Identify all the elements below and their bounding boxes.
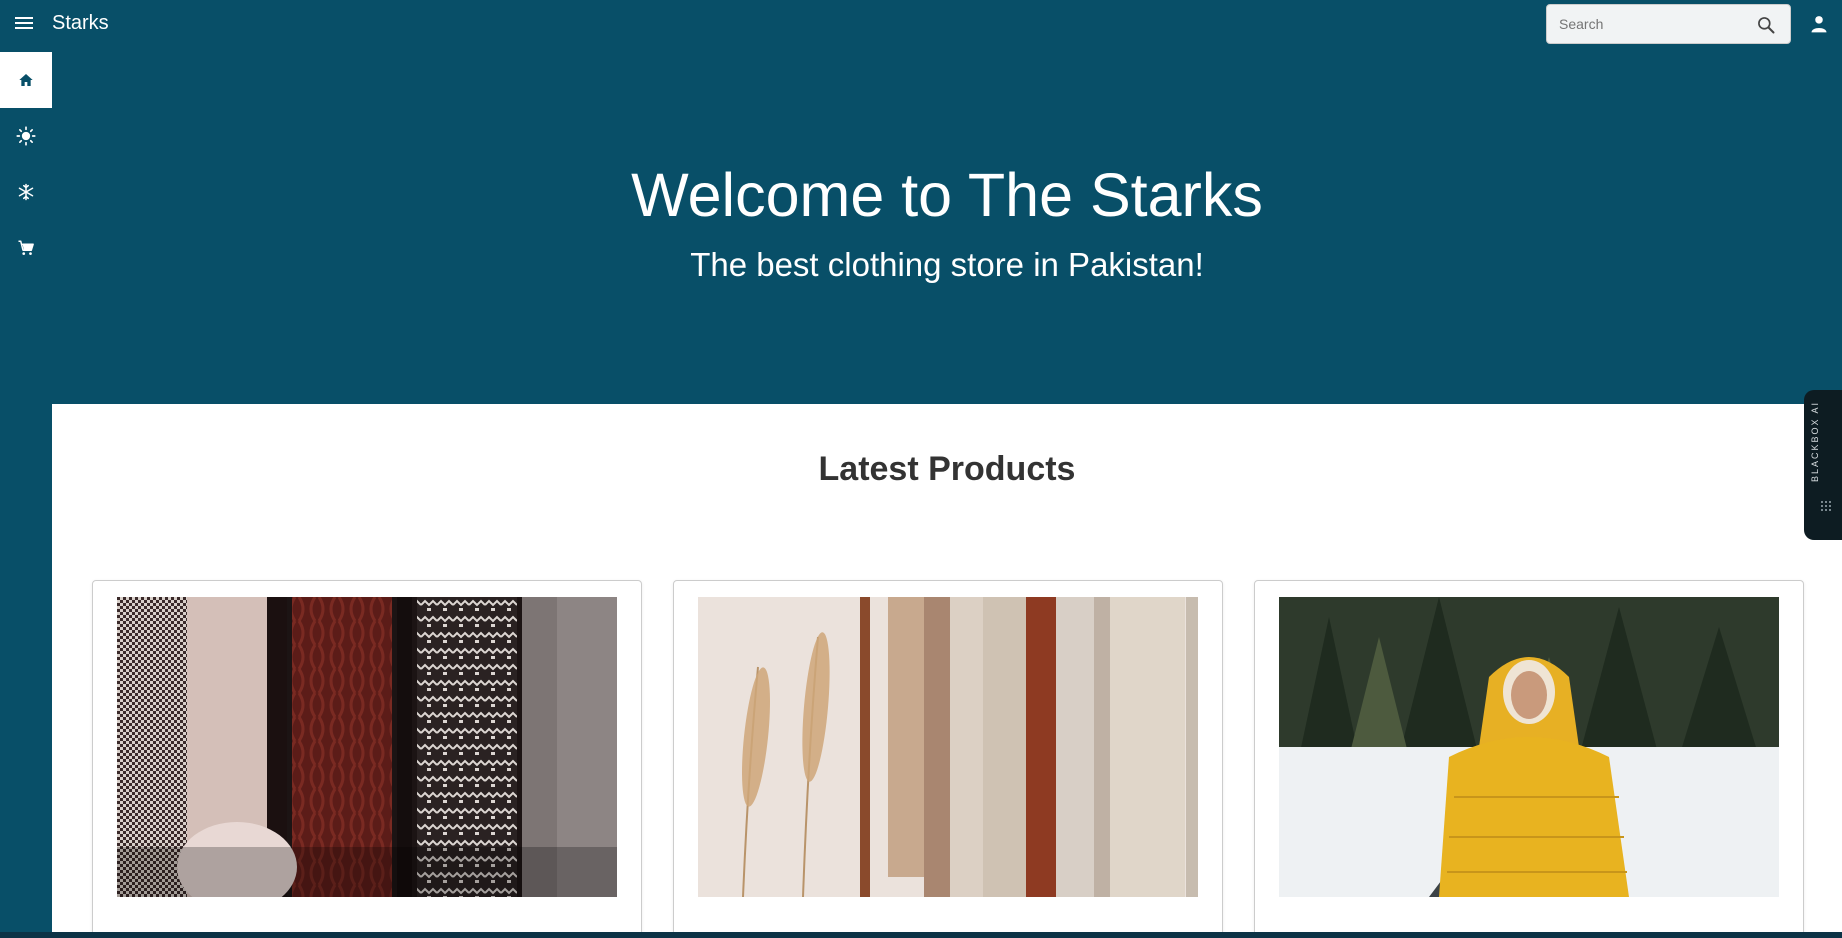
product-image [1279, 597, 1779, 897]
sidebar-item-summer[interactable] [0, 108, 52, 164]
home-icon [19, 74, 33, 86]
sidebar-item-cart[interactable] [0, 220, 52, 276]
sun-icon [16, 126, 36, 146]
sidebar-item-winter[interactable] [0, 164, 52, 220]
hero-subtitle: The best clothing store in Pakistan! [690, 246, 1204, 283]
product-card[interactable] [673, 580, 1223, 938]
snowflake-icon [18, 183, 34, 201]
cart-icon [18, 240, 34, 255]
hero-banner: Welcome to The Starks The best clothing … [52, 48, 1842, 404]
account-icon[interactable] [1809, 14, 1829, 34]
search-icon[interactable] [1756, 15, 1776, 35]
search-input[interactable] [1547, 5, 1747, 43]
product-image [117, 597, 617, 897]
section-heading: Latest Products [818, 450, 1076, 488]
search-box [1546, 4, 1791, 44]
product-card[interactable] [1254, 580, 1804, 938]
blackbox-ai-label: BLACKBOX AI [1810, 400, 1820, 482]
brand-title[interactable]: Starks [52, 12, 109, 35]
menu-icon[interactable] [12, 14, 36, 34]
hero-title: Welcome to The Starks [631, 161, 1263, 229]
blackbox-ai-tab[interactable]: BLACKBOX AI [1804, 390, 1842, 540]
bottom-strip [0, 932, 1842, 938]
product-card[interactable] [92, 580, 642, 938]
top-app-bar: Starks [0, 0, 1842, 48]
blackbox-logo-icon [1821, 501, 1831, 511]
latest-products-section: Latest Products [52, 404, 1842, 938]
sidebar-item-home[interactable] [0, 52, 52, 108]
sidebar-nav [0, 52, 52, 276]
product-image [698, 597, 1198, 897]
